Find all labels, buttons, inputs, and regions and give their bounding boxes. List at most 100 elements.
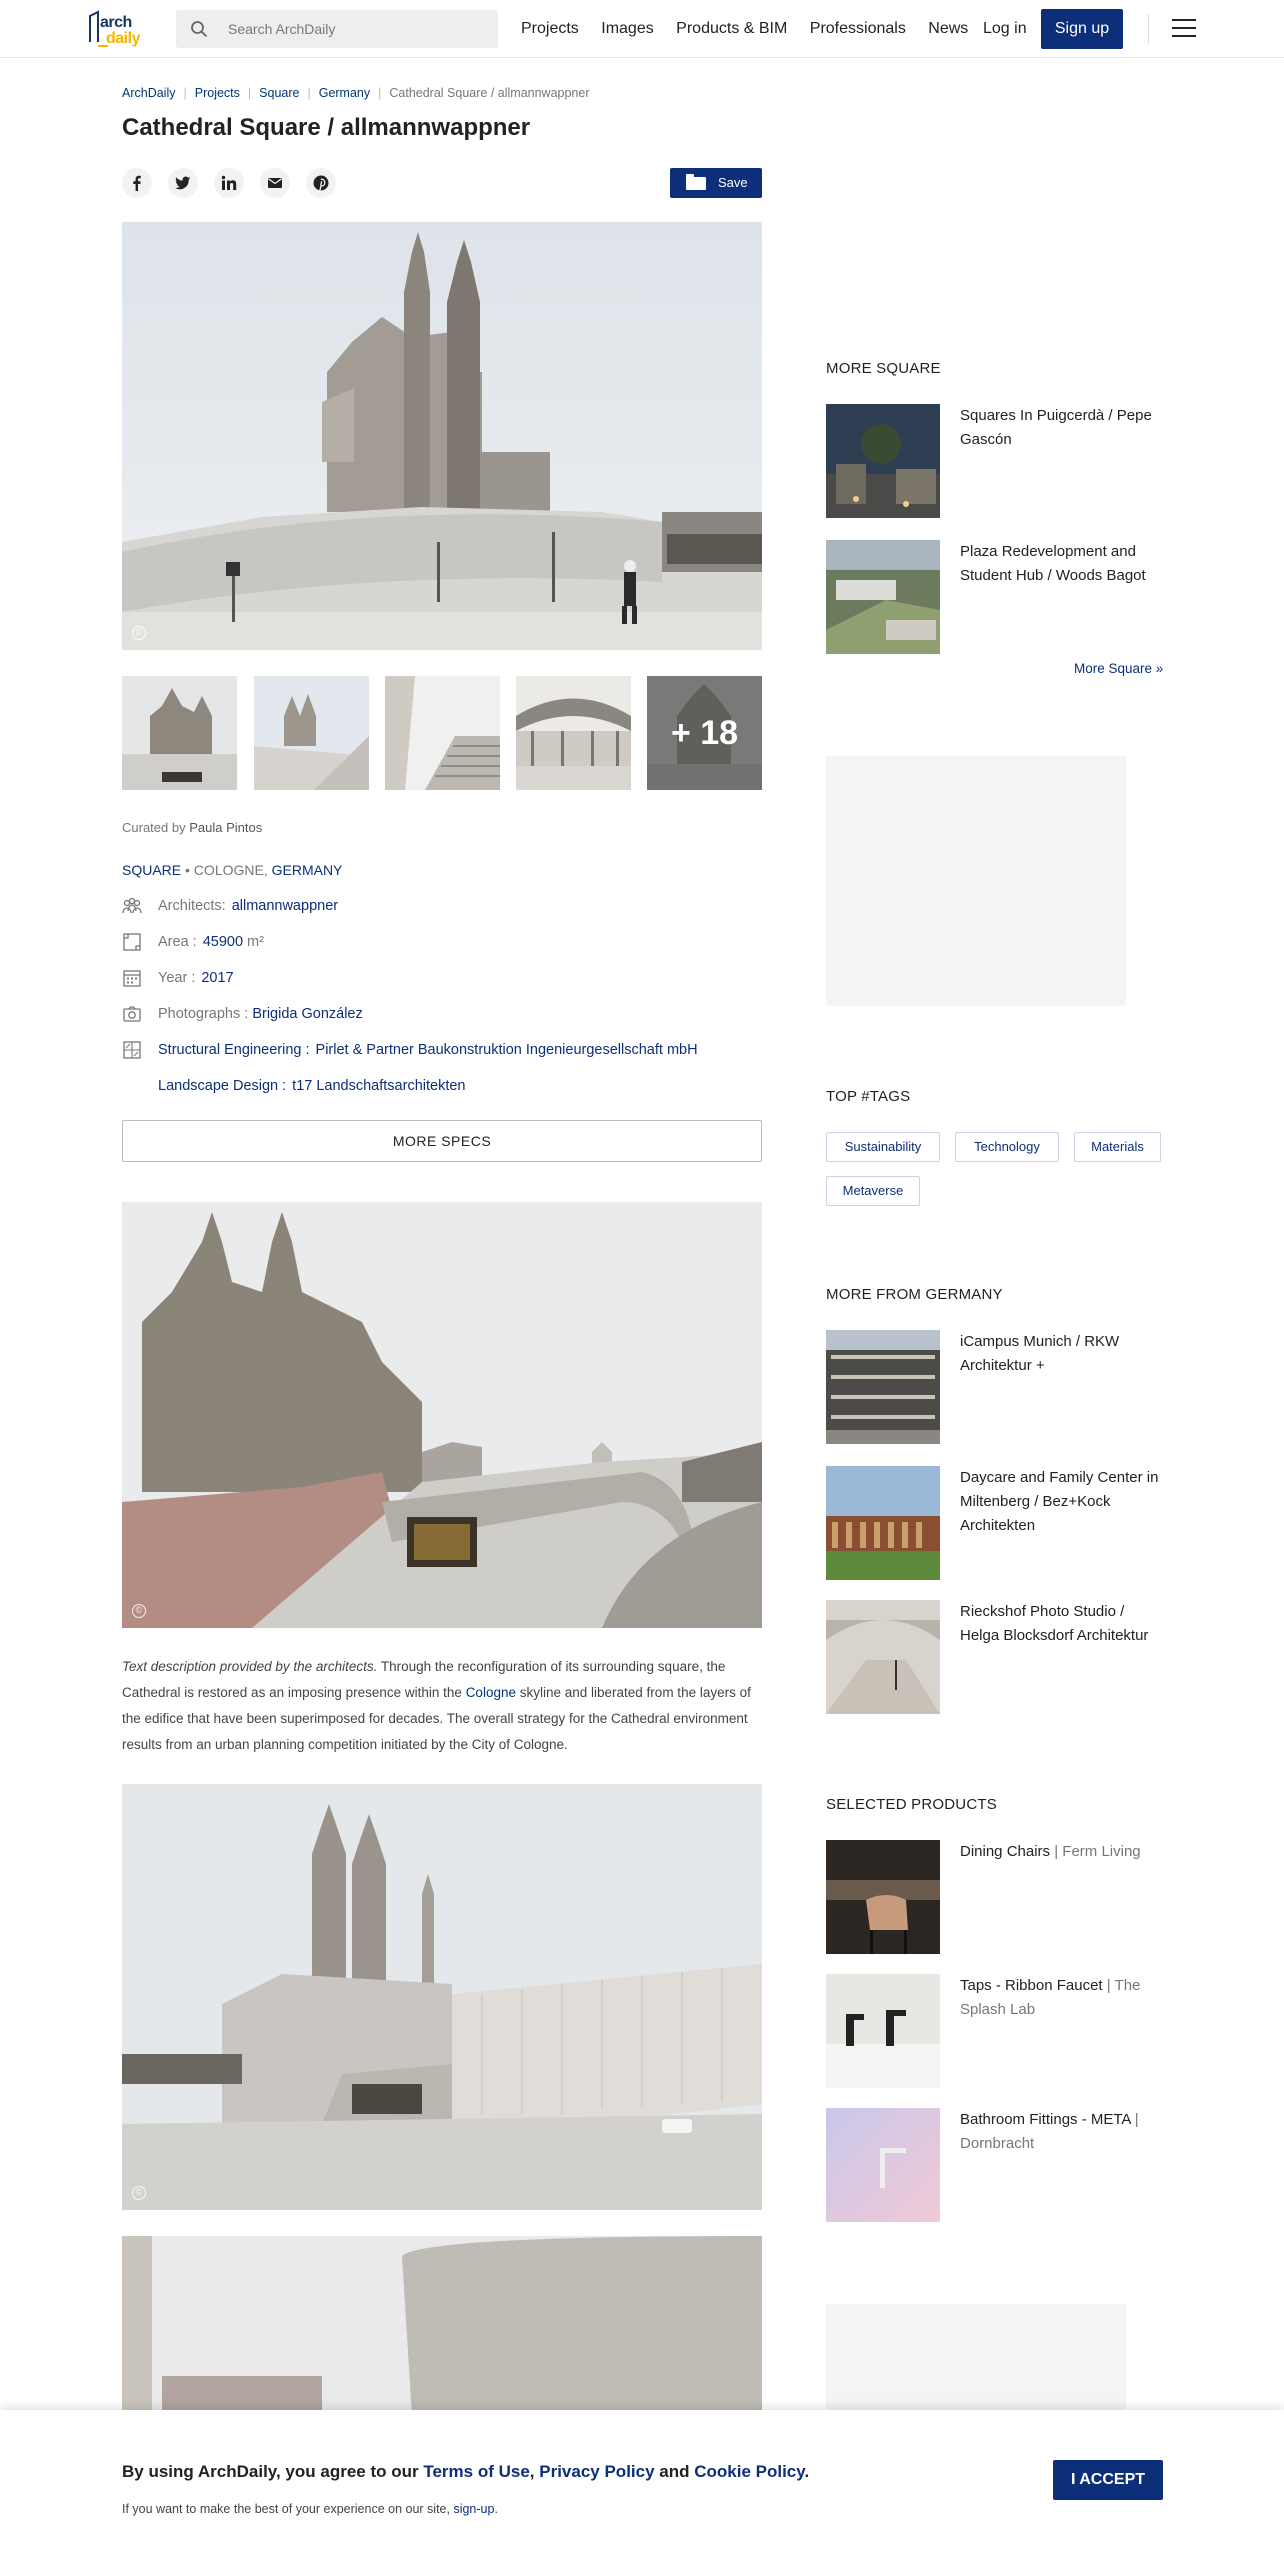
tag-metaverse[interactable]: Metaverse	[826, 1176, 920, 1206]
photographs-value[interactable]: Brigida González	[252, 1006, 362, 1022]
terms-of-use-link[interactable]: Terms of Use	[423, 2462, 529, 2481]
photographs-label: Photographs :	[158, 1006, 249, 1022]
header-divider	[1148, 14, 1149, 44]
project-category: SQUARE • COLOGNE, GERMANY	[122, 862, 343, 878]
camera-icon	[123, 1006, 141, 1022]
copyright-icon: ©	[132, 1604, 146, 1618]
area-value[interactable]: 45900	[203, 934, 243, 950]
product-title[interactable]: Bathroom Fittings - META | Dornbracht	[960, 2108, 1166, 2156]
product-title[interactable]: Dining Chairs | Ferm Living	[960, 1840, 1166, 1864]
search-box[interactable]: Search ArchDaily	[176, 10, 498, 48]
germany-card-1[interactable]: iCampus Munich / RKW Architektur +	[826, 1330, 1166, 1444]
signup-button[interactable]: Sign up	[1041, 9, 1123, 49]
germany-card-3[interactable]: Rieckshof Photo Studio / Helga Blocksdor…	[826, 1600, 1166, 1714]
hero-image[interactable]: ©	[122, 222, 762, 650]
germany-card-2[interactable]: Daycare and Family Center in Miltenberg …	[826, 1466, 1166, 1580]
more-square-card-1[interactable]: Squares In Puigcerdà / Pepe Gascón	[826, 404, 1166, 518]
curated-by: Curated by Paula Pintos	[122, 820, 262, 835]
cookie-consent-text: By using ArchDaily, you agree to our Ter…	[122, 2462, 809, 2482]
product-card-1[interactable]: Dining Chairs | Ferm Living	[826, 1840, 1166, 1954]
more-from-germany-heading: MORE FROM GERMANY	[826, 1286, 1003, 1303]
gallery-thumbnail-3[interactable]	[385, 676, 500, 790]
category-type[interactable]: SQUARE	[122, 862, 181, 878]
nav-news[interactable]: News	[928, 20, 968, 37]
calendar-icon	[123, 970, 141, 987]
product-name[interactable]: Bathroom Fittings - META	[960, 2111, 1131, 2128]
cookie-subtext: If you want to make the best of your exp…	[122, 2502, 498, 2516]
project-image-2[interactable]: ©	[122, 1202, 762, 1628]
product-name[interactable]: Dining Chairs	[960, 1843, 1050, 1860]
architects-label: Architects:	[158, 898, 226, 914]
card-title[interactable]: Squares In Puigcerdà / Pepe Gascón	[960, 404, 1166, 452]
hamburger-menu-icon[interactable]	[1172, 19, 1196, 39]
tag-sustainability[interactable]: Sustainability	[826, 1132, 940, 1162]
gallery-thumbnail-4[interactable]	[516, 676, 631, 790]
breadcrumb-projects[interactable]: Projects	[195, 86, 240, 100]
nav-projects[interactable]: Projects	[521, 20, 579, 37]
twitter-icon[interactable]	[168, 168, 198, 198]
category-country[interactable]: GERMANY	[272, 862, 343, 878]
copyright-icon: ©	[132, 2186, 146, 2200]
page-title: Cathedral Square / allmannwappner	[122, 114, 531, 141]
cookie-banner: By using ArchDaily, you agree to our Ter…	[0, 2410, 1284, 2568]
landscape-value[interactable]: t17 Landschaftsarchitekten	[292, 1078, 465, 1094]
card-thumbnail[interactable]	[826, 1466, 940, 1580]
more-square-heading: MORE SQUARE	[826, 360, 941, 377]
card-title[interactable]: iCampus Munich / RKW Architektur +	[960, 1330, 1166, 1378]
card-title[interactable]: Rieckshof Photo Studio / Helga Blocksdor…	[960, 1600, 1166, 1648]
card-thumbnail[interactable]	[826, 540, 940, 654]
project-image-4[interactable]	[122, 2236, 762, 2416]
architects-value[interactable]: allmannwappner	[232, 898, 338, 914]
product-card-3[interactable]: Bathroom Fittings - META | Dornbracht	[826, 2108, 1166, 2222]
nav-images[interactable]: Images	[601, 20, 653, 37]
year-value[interactable]: 2017	[201, 970, 233, 986]
archdaily-logo[interactable]: arch daily	[86, 8, 152, 50]
breadcrumb-germany[interactable]: Germany	[319, 86, 370, 100]
architects-icon	[122, 897, 142, 914]
project-image-3[interactable]: ©	[122, 1784, 762, 2210]
cookie-text-dot: .	[804, 2462, 810, 2481]
card-thumbnail[interactable]	[826, 2108, 940, 2222]
site-header: arch daily Search ArchDaily Projects Ima…	[0, 0, 1284, 58]
nav-professionals[interactable]: Professionals	[810, 20, 906, 37]
main-nav: Projects Images Products & BIM Professio…	[521, 20, 986, 38]
save-button[interactable]: Save	[670, 168, 762, 198]
search-input[interactable]: Search ArchDaily	[228, 21, 335, 37]
cookie-policy-link[interactable]: Cookie Policy	[694, 2462, 804, 2481]
card-title[interactable]: Daycare and Family Center in Miltenberg …	[960, 1466, 1166, 1538]
product-title[interactable]: Taps - Ribbon Faucet | The Splash Lab	[960, 1974, 1166, 2022]
breadcrumb-square[interactable]: Square	[259, 86, 299, 100]
tag-materials[interactable]: Materials	[1074, 1132, 1161, 1162]
email-icon[interactable]	[260, 168, 290, 198]
card-thumbnail[interactable]	[826, 1840, 940, 1954]
more-square-card-2[interactable]: Plaza Redevelopment and Student Hub / Wo…	[826, 540, 1166, 654]
accept-cookies-button[interactable]: I ACCEPT	[1053, 2460, 1163, 2500]
product-card-2[interactable]: Taps - Ribbon Faucet | The Splash Lab	[826, 1974, 1166, 2088]
curator-name[interactable]: Paula Pintos	[189, 820, 262, 835]
structural-value[interactable]: Pirlet & Partner Baukonstruktion Ingenie…	[316, 1042, 698, 1058]
cookie-subtext-b: .	[494, 2502, 498, 2516]
facebook-icon[interactable]	[122, 168, 152, 198]
gallery-more-thumbnail[interactable]: + 18	[647, 676, 762, 790]
gallery-thumbnail-1[interactable]	[122, 676, 237, 790]
nav-products-bim[interactable]: Products & BIM	[676, 20, 787, 37]
description-cologne-link[interactable]: Cologne	[466, 1685, 516, 1700]
more-square-link[interactable]: More Square »	[1074, 661, 1163, 676]
pinterest-icon[interactable]	[306, 168, 336, 198]
card-thumbnail[interactable]	[826, 1974, 940, 2088]
privacy-policy-link[interactable]: Privacy Policy	[539, 2462, 654, 2481]
breadcrumb-archdaily[interactable]: ArchDaily	[122, 86, 176, 100]
product-brand[interactable]: | Ferm Living	[1054, 1843, 1140, 1860]
login-link[interactable]: Log in	[983, 20, 1027, 38]
tag-technology[interactable]: Technology	[955, 1132, 1059, 1162]
gallery-thumbnail-2[interactable]	[254, 676, 369, 790]
card-thumbnail[interactable]	[826, 1600, 940, 1714]
cookie-signup-link[interactable]: sign-up	[453, 2502, 494, 2516]
area-label: Area :	[158, 934, 197, 950]
product-name[interactable]: Taps - Ribbon Faucet	[960, 1977, 1103, 1994]
card-thumbnail[interactable]	[826, 404, 940, 518]
more-specs-button[interactable]: MORE SPECS	[122, 1120, 762, 1162]
linkedin-icon[interactable]	[214, 168, 244, 198]
card-thumbnail[interactable]	[826, 1330, 940, 1444]
card-title[interactable]: Plaza Redevelopment and Student Hub / Wo…	[960, 540, 1166, 588]
